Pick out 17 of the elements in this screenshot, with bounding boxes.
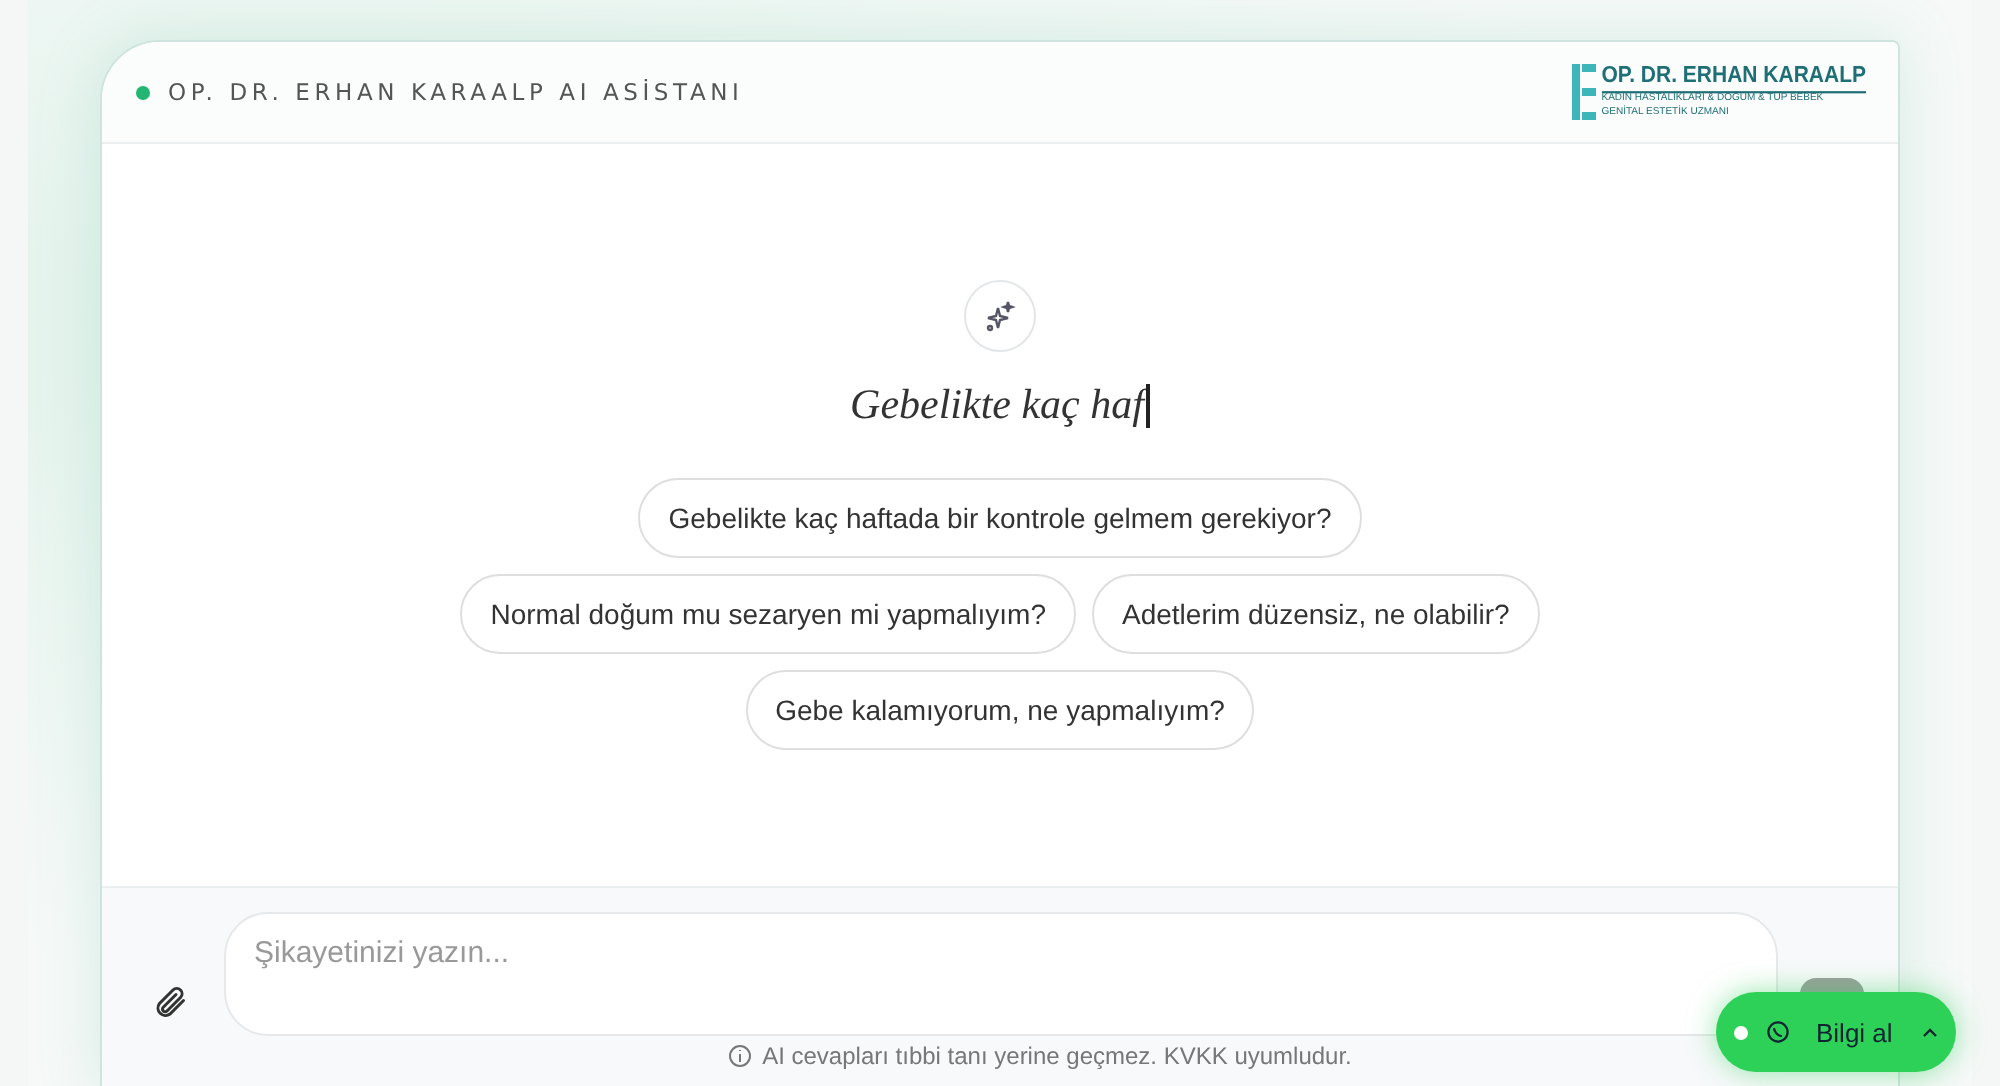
logo-icon xyxy=(1571,64,1596,120)
typing-heading: Gebelikte kaç haf xyxy=(850,380,1144,430)
suggestion-chip[interactable]: Adetlerim düzensiz, ne olabilir? xyxy=(1092,574,1540,654)
whatsapp-icon xyxy=(1766,1020,1790,1044)
suggestion-chip[interactable]: Normal doğum mu sezaryen mi yapmalıyım? xyxy=(460,574,1076,654)
suggestion-chip[interactable]: Gebelikte kaç haftada bir kontrole gelmem gerekiyor? xyxy=(638,478,1362,558)
chevron-up-icon xyxy=(1922,1026,1939,1038)
info-icon xyxy=(728,1044,753,1068)
window-title: OP. DR. ERHAN KARAALP AI ASİSTANI xyxy=(168,78,744,106)
sparkle-icon xyxy=(964,280,1036,352)
disclaimer-text: AI cevapları tıbbi tanı yerine geçmez. KVKK uyumludur. xyxy=(762,1042,1352,1070)
suggestion-chip[interactable]: Gebe kalamıyorum, ne yapmalıyım? xyxy=(745,670,1255,750)
message-input[interactable]: Şikayetinizi yazın... xyxy=(224,912,1778,1036)
text-cursor xyxy=(1145,383,1150,427)
whatsapp-button[interactable]: Bilgi al xyxy=(1716,992,1956,1072)
paperclip-icon[interactable] xyxy=(152,984,188,1020)
logo-name: OP. DR. ERHAN KARAALP xyxy=(1601,64,1866,92)
